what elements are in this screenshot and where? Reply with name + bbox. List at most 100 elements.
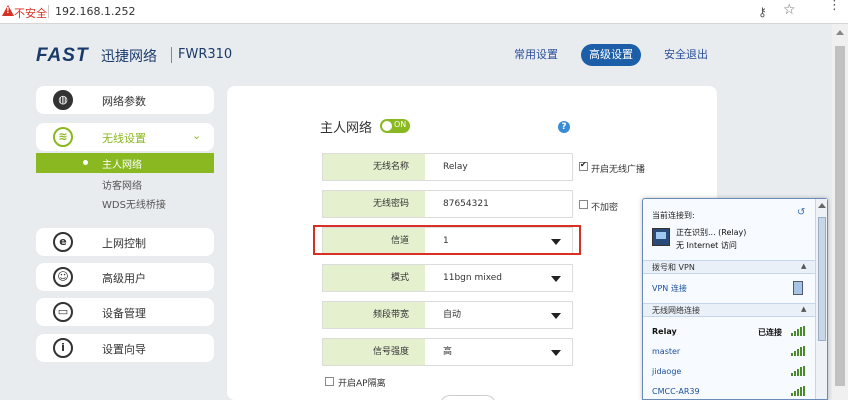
sidebar-item-label: 网络参数 — [102, 95, 146, 108]
toggle-knob — [382, 121, 392, 131]
browser-address-bar[interactable]: 不安全 192.168.1.252 ⚷ ☆ ⋮ — [0, 0, 848, 24]
url-text[interactable]: 192.168.1.252 — [55, 5, 135, 18]
vpn-icon — [793, 281, 803, 295]
chevron-down-icon: ⌄ — [192, 129, 202, 142]
address-divider — [48, 5, 49, 18]
save-button[interactable] — [440, 395, 496, 400]
vpn-connection-item[interactable]: VPN 连接 — [652, 283, 687, 294]
signal-strength-select[interactable]: 信号强度 高 — [322, 338, 573, 366]
info-icon: i — [53, 338, 73, 358]
field-value: 自动 — [443, 310, 462, 320]
no-encrypt-checkbox[interactable] — [579, 200, 588, 209]
connected-status: 已连接 — [758, 328, 782, 337]
router-header: FAST 迅捷网络 FWR310 常用设置 高级设置 安全退出 — [0, 24, 848, 84]
scroll-thumb[interactable] — [835, 46, 845, 386]
key-icon[interactable]: ⚷ — [758, 5, 767, 19]
page-title: 主人网络 — [320, 121, 373, 136]
broadcast-label: 开启无线广播 — [591, 165, 646, 175]
field-label: 信号强度 — [323, 339, 425, 365]
sidebar-item-label: 设置向导 — [102, 343, 146, 356]
current-connection-label: 当前连接到: — [652, 211, 695, 220]
ssid-field[interactable]: 无线名称 Relay — [322, 153, 573, 181]
field-value[interactable]: 87654321 — [443, 191, 489, 217]
scroll-up-icon[interactable] — [836, 30, 844, 35]
more-menu-icon[interactable]: ⋮ — [828, 0, 841, 12]
identifying-text: 正在识别... (Relay) — [676, 228, 747, 237]
section-label: 拨号和 VPN — [652, 263, 695, 272]
signal-bars-icon — [791, 326, 805, 336]
device-icon: ▭ — [53, 302, 73, 322]
dropdown-arrow-icon[interactable] — [551, 276, 561, 282]
sidebar-item-device-management[interactable]: ▭ 设备管理 — [36, 298, 214, 326]
channel-highlight-box — [313, 225, 581, 255]
tab-logout[interactable]: 安全退出 — [658, 44, 714, 66]
sidebar-item-advanced-users[interactable]: ☺ 高级用户 — [36, 263, 214, 291]
network-icon — [652, 228, 670, 246]
sidebar-item-label: 高级用户 — [102, 272, 146, 285]
network-item-cmcc[interactable]: CMCC-AR39 — [652, 387, 700, 396]
bandwidth-select[interactable]: 频段带宽 自动 — [322, 301, 573, 329]
e-icon: e — [53, 232, 73, 252]
tab-common-settings[interactable]: 常用设置 — [508, 44, 564, 66]
logo-divider — [171, 47, 172, 63]
sidebar-item-label: 无线设置 — [102, 132, 146, 145]
sidebar-subitem-wds-bridge[interactable]: WDS无线桥接 — [102, 196, 166, 211]
wireless-section[interactable]: 无线网络连接 ▲ — [643, 303, 815, 317]
brand-logo: FAST — [36, 45, 89, 66]
active-dot — [83, 160, 88, 165]
field-label: 频段带宽 — [323, 302, 425, 328]
sidebar-item-wireless[interactable]: ≋ 无线设置 ⌄ — [36, 123, 214, 151]
sidebar-subitem-guest-network[interactable]: 访客网络 — [102, 177, 142, 192]
network-item-relay[interactable]: Relay — [652, 327, 677, 336]
popup-scrollbar[interactable] — [815, 199, 827, 399]
user-icon: ☺ — [53, 267, 73, 287]
dropdown-arrow-icon[interactable] — [551, 350, 561, 356]
sidebar-item-setup-wizard[interactable]: i 设置向导 — [36, 334, 214, 362]
star-icon[interactable]: ☆ — [783, 2, 796, 18]
wifi-icon: ≋ — [53, 127, 73, 147]
warning-icon — [2, 5, 14, 16]
no-encrypt-label: 不加密 — [591, 203, 619, 213]
no-internet-text: 无 Internet 访问 — [676, 241, 737, 250]
toggle-label: ON — [394, 120, 407, 129]
help-icon[interactable]: ? — [558, 121, 570, 133]
field-label: 无线密码 — [323, 191, 425, 217]
sidebar-subitem-host-network[interactable]: 主人网络 — [36, 153, 214, 173]
refresh-icon[interactable]: ↺ — [797, 207, 805, 218]
mode-select[interactable]: 模式 11bgn mixed — [322, 264, 573, 292]
field-value: 11bgn mixed — [443, 273, 503, 283]
section-label: 无线网络连接 — [652, 306, 700, 315]
collapse-icon[interactable]: ▲ — [801, 262, 806, 270]
password-field[interactable]: 无线密码 87654321 — [322, 190, 573, 218]
ap-isolation-checkbox[interactable] — [325, 377, 334, 386]
ap-isolation-label: 开启AP隔离 — [338, 379, 386, 389]
broadcast-checkbox[interactable] — [579, 160, 588, 171]
sidebar-item-access-control[interactable]: e 上网控制 — [36, 228, 214, 256]
insecure-label[interactable]: 不安全 — [14, 5, 47, 21]
collapse-icon[interactable]: ▲ — [801, 305, 806, 313]
field-value: 高 — [443, 347, 453, 357]
field-label: 无线名称 — [323, 154, 425, 180]
dialup-vpn-section[interactable]: 拨号和 VPN ▲ — [643, 260, 815, 274]
globe-icon: ◍ — [53, 90, 73, 110]
sidebar-item-label: 设备管理 — [102, 307, 146, 320]
field-label: 模式 — [323, 265, 425, 291]
tab-advanced-settings[interactable]: 高级设置 — [581, 44, 641, 66]
dropdown-arrow-icon[interactable] — [551, 313, 561, 319]
field-value[interactable]: Relay — [443, 154, 468, 180]
model-name: FWR310 — [178, 47, 233, 62]
scroll-up-icon[interactable] — [818, 203, 826, 208]
signal-bars-icon — [791, 366, 805, 376]
signal-bars-icon — [791, 386, 805, 396]
wifi-network-popup: 当前连接到: ↺ 正在识别... (Relay) 无 Internet 访问 拨… — [642, 198, 828, 400]
sidebar-item-network[interactable]: ◍ 网络参数 — [36, 86, 214, 114]
network-item-jidaoge[interactable]: jidaoge — [652, 367, 681, 376]
signal-bars-icon — [791, 346, 805, 356]
scroll-thumb[interactable] — [818, 217, 826, 341]
page-scrollbar[interactable] — [832, 24, 848, 400]
network-item-master[interactable]: master — [652, 347, 680, 356]
sidebar-item-label: 上网控制 — [102, 237, 146, 250]
sidebar-subitem-label: 主人网络 — [102, 160, 142, 171]
brand-cn-name: 迅捷网络 — [101, 49, 157, 65]
wireless-toggle[interactable]: ON — [380, 119, 410, 133]
